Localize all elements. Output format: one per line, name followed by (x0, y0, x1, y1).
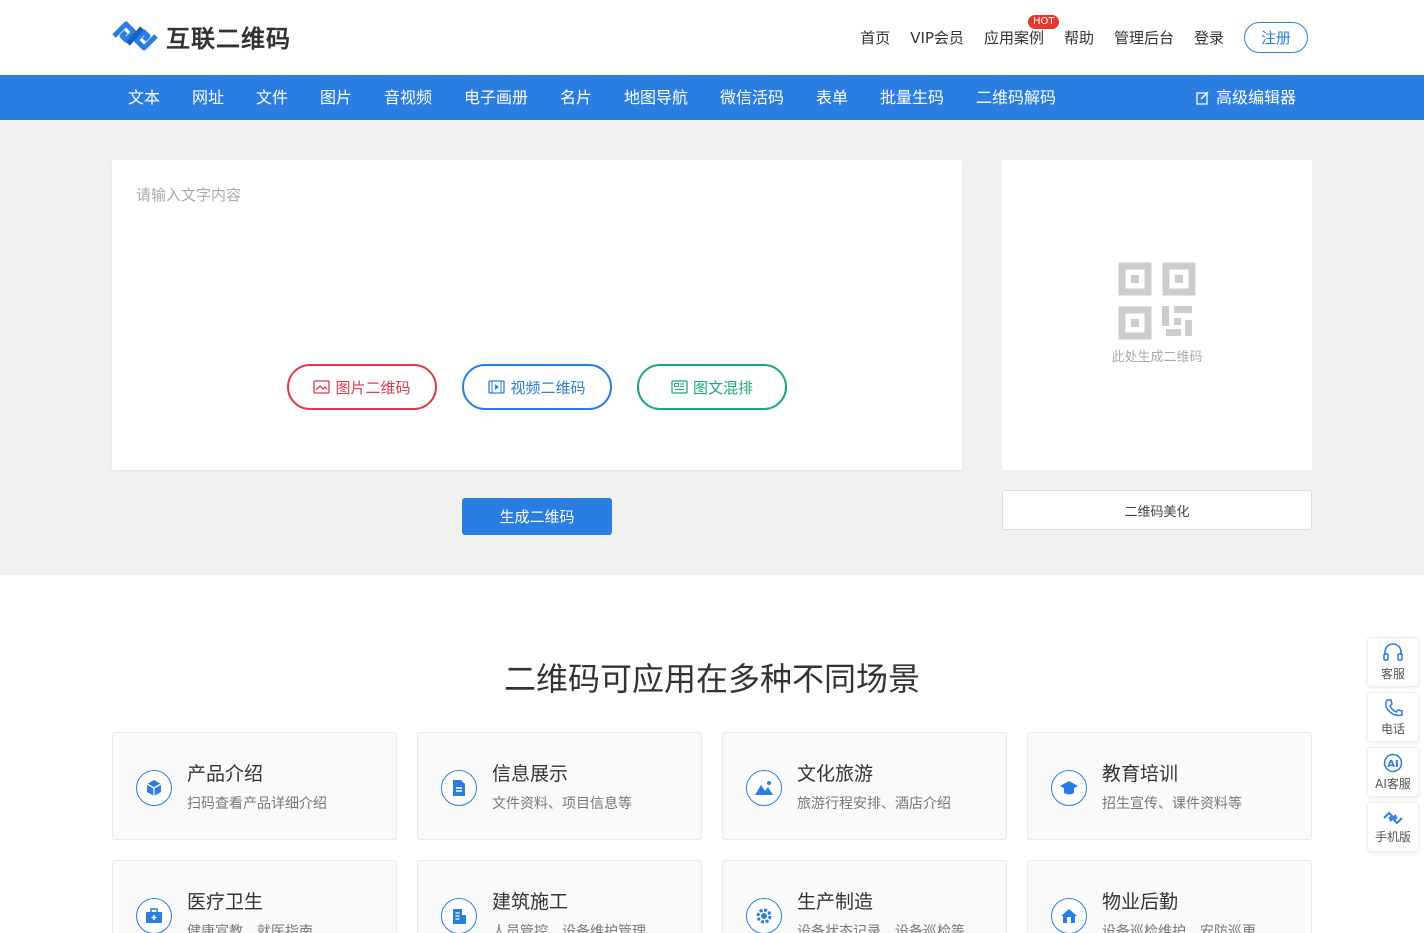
header: 互联二维码 首页 VIP会员 应用案例 HOT 帮助 管理后台 登录 注册 (0, 0, 1424, 75)
qr-caption: 此处生成二维码 (1111, 350, 1203, 365)
tab-ebook[interactable]: 电子画册 (464, 75, 528, 120)
scenario-title: 文化旅游 (797, 763, 874, 785)
side-float-toolbar: 客服 电话 AI AI客服 手机版 (1367, 637, 1419, 857)
scenario-desc: 设备状态记录、设备巡检等 (797, 924, 965, 933)
scenario-title: 医疗卫生 (187, 891, 264, 913)
customer-service-label: 客服 (1380, 666, 1405, 681)
logo-small-icon (1383, 811, 1403, 824)
scenario-title: 产品介绍 (187, 763, 264, 785)
box-icon (136, 770, 172, 806)
scenario-card[interactable]: 教育培训 招生宣传、课件资料等 (1027, 732, 1312, 840)
type-tabs: 文本 网址 文件 图片 音视频 电子画册 名片 地图导航 微信活码 表单 批量生… (0, 75, 1424, 120)
image-qr-label: 图片二维码 (335, 378, 411, 397)
mobile-version-button[interactable]: 手机版 (1367, 802, 1419, 852)
scenario-title: 生产制造 (797, 891, 874, 913)
nav-login[interactable]: 登录 (1194, 27, 1224, 48)
scenario-card[interactable]: 生产制造 设备状态记录、设备巡检等 (722, 860, 1007, 933)
ai-service-label: AI客服 (1375, 776, 1411, 791)
edit-icon (1196, 90, 1209, 105)
tab-wechat-code[interactable]: 微信活码 (720, 75, 784, 120)
generate-qr-button[interactable]: 生成二维码 (462, 498, 612, 535)
qr-beautify-button[interactable]: 二维码美化 (1002, 490, 1312, 530)
logo-icon (112, 21, 158, 51)
video-qr-button[interactable]: 视频二维码 (462, 364, 612, 410)
landscape-icon (746, 770, 782, 806)
ai-service-button[interactable]: AI AI客服 (1367, 747, 1419, 797)
scenario-card[interactable]: 文化旅游 旅游行程安排、酒店介绍 (722, 732, 1007, 840)
tab-card[interactable]: 名片 (560, 75, 592, 120)
scenario-card[interactable]: 物业后勤 设备巡检维护、安防巡更 (1027, 860, 1312, 933)
graduation-cap-icon (1051, 770, 1087, 806)
qr-placeholder-icon (1118, 262, 1196, 340)
image-icon (313, 380, 331, 394)
scenario-desc: 旅游行程安排、酒店介绍 (797, 796, 951, 812)
tab-batch[interactable]: 批量生码 (880, 75, 944, 120)
scenario-title: 信息展示 (492, 763, 569, 785)
image-qr-button[interactable]: 图片二维码 (287, 364, 437, 410)
phone-label: 电话 (1380, 721, 1405, 736)
advanced-editor-link[interactable]: 高级编辑器 (1196, 75, 1296, 120)
headset-icon (1383, 642, 1403, 661)
scenario-card[interactable]: 建筑施工 人员管控、设备维护管理 (417, 860, 702, 933)
nav-help[interactable]: 帮助 (1064, 27, 1094, 48)
tab-form[interactable]: 表单 (816, 75, 848, 120)
article-icon (671, 380, 688, 394)
customer-service-button[interactable]: 客服 (1367, 637, 1419, 687)
scenario-desc: 扫码查看产品详细介绍 (187, 796, 327, 812)
scenario-title: 物业后勤 (1102, 891, 1179, 913)
tab-decode[interactable]: 二维码解码 (976, 75, 1056, 120)
svg-text:AI: AI (1387, 759, 1398, 770)
document-icon (441, 770, 477, 806)
tab-audio-video[interactable]: 音视频 (384, 75, 432, 120)
ai-icon: AI (1383, 753, 1403, 772)
phone-icon (1384, 698, 1403, 716)
mixed-layout-button[interactable]: 图文混排 (637, 364, 787, 410)
advanced-editor-label: 高级编辑器 (1216, 88, 1297, 107)
scenario-title: 建筑施工 (492, 891, 569, 913)
tab-map[interactable]: 地图导航 (624, 75, 688, 120)
scenario-card[interactable]: 信息展示 文件资料、项目信息等 (417, 732, 702, 840)
tab-image[interactable]: 图片 (320, 75, 352, 120)
nav-home[interactable]: 首页 (860, 27, 890, 48)
work-area: 请输入文字内容 图片二维码 视频二维码 图文混排 生成二维码 此处生成二维码 二… (0, 120, 1424, 575)
scenarios-title: 二维码可应用在多种不同场景 (503, 660, 920, 698)
scenario-desc: 招生宣传、课件资料等 (1102, 796, 1242, 812)
top-nav: 首页 VIP会员 应用案例 HOT 帮助 管理后台 登录 注册 (840, 15, 1308, 53)
mobile-version-label: 手机版 (1374, 829, 1411, 844)
nav-vip[interactable]: VIP会员 (910, 27, 964, 48)
tab-file[interactable]: 文件 (256, 75, 288, 120)
tab-url[interactable]: 网址 (192, 75, 224, 120)
scenario-title: 教育培训 (1102, 763, 1179, 785)
nav-admin[interactable]: 管理后台 (1114, 27, 1174, 48)
house-icon (1051, 898, 1087, 933)
nav-cases[interactable]: 应用案例 HOT (983, 15, 1060, 48)
input-placeholder: 请输入文字内容 (136, 186, 242, 204)
mixed-layout-label: 图文混排 (692, 378, 753, 397)
scenario-card[interactable]: 产品介绍 扫码查看产品详细介绍 (112, 732, 397, 840)
qr-preview: 此处生成二维码 (1002, 160, 1312, 470)
video-qr-label: 视频二维码 (510, 378, 586, 397)
scenario-desc: 设备巡检维护、安防巡更 (1102, 924, 1256, 933)
scenario-desc: 人员管控、设备维护管理 (492, 924, 646, 933)
scenario-desc: 健康宣教、就医指南 (187, 924, 313, 933)
register-button[interactable]: 注册 (1244, 22, 1308, 53)
medical-kit-icon (136, 898, 172, 933)
logo[interactable]: 互联二维码 (110, 18, 291, 54)
phone-button[interactable]: 电话 (1367, 692, 1419, 742)
content-input[interactable]: 请输入文字内容 图片二维码 视频二维码 图文混排 (112, 160, 962, 470)
nav-cases-label: 应用案例 (983, 29, 1044, 47)
scenario-desc: 文件资料、项目信息等 (492, 796, 632, 812)
gear-icon (746, 898, 782, 933)
scenario-card[interactable]: 医疗卫生 健康宣教、就医指南 (112, 860, 397, 933)
building-icon (441, 898, 477, 933)
brand-name: 互联二维码 (166, 24, 291, 53)
tab-text[interactable]: 文本 (128, 75, 160, 120)
video-icon (488, 380, 506, 394)
hot-badge: HOT (1027, 15, 1060, 29)
